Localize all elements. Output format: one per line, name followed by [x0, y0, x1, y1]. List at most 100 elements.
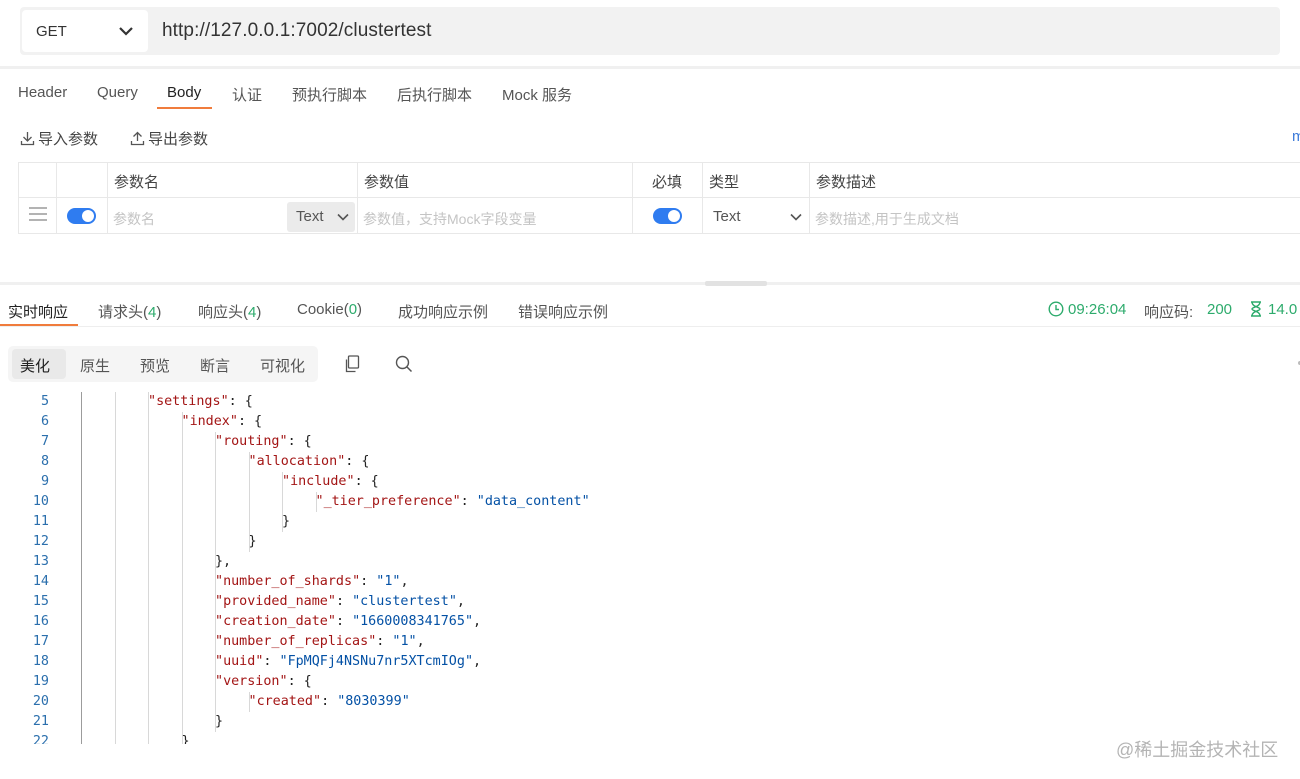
export-label: 导出参数 — [148, 131, 209, 148]
indent-guide — [81, 592, 82, 612]
description-input[interactable]: 参数描述,用于生成文档 — [815, 209, 959, 229]
tab-auth[interactable]: 认证 — [232, 84, 262, 105]
tab-mock-service[interactable]: Mock 服务 — [502, 84, 572, 105]
separator: : — [321, 694, 338, 709]
code-text: "uuid": "FpMQFj4NSNu7nr5XTcmIOg", — [215, 652, 481, 672]
indent-guide — [181, 552, 183, 572]
method-label: GET — [36, 23, 67, 40]
indent-guide — [148, 412, 149, 432]
indent-guide — [114, 432, 116, 452]
json-key: routing — [223, 434, 280, 449]
punctuation: : { — [228, 394, 253, 409]
view-tab-pretty[interactable]: 美化 — [20, 355, 50, 376]
json-key: creation_date — [223, 614, 328, 629]
code-line: 21} — [0, 712, 1300, 732]
view-tab-preview[interactable]: 预览 — [140, 355, 170, 376]
type-select[interactable]: Text — [713, 208, 741, 225]
url-bar: GET http://127.0.0.1:7002/clustertest — [20, 7, 1280, 55]
line-number: 18 — [32, 654, 49, 669]
code-line: 20 "created": "8030399" — [0, 692, 1300, 712]
tab-query[interactable]: Query — [97, 84, 138, 101]
tab-body[interactable]: Body — [167, 84, 201, 101]
json-key-quoted: "include" — [282, 474, 355, 489]
code-text: "creation_date": "1660008341765", — [215, 612, 481, 632]
indent-guide — [114, 472, 116, 492]
view-tab-visualize[interactable]: 可视化 — [260, 355, 305, 376]
indent-guide — [181, 652, 183, 672]
tab-live-response[interactable]: 实时响应 — [8, 301, 68, 322]
line-number: 7 — [40, 434, 49, 449]
panel-resize-handle[interactable] — [705, 281, 767, 286]
response-body-viewer[interactable]: 5 "settings": {6 "index": {7 "routing": {8 "… — [0, 392, 1300, 744]
search-icon[interactable] — [395, 355, 413, 373]
tab-response-headers[interactable]: 响应头(4) — [198, 301, 261, 322]
indent-guide — [81, 732, 82, 744]
indent-guide — [148, 492, 149, 512]
indent-guide — [148, 712, 149, 732]
divider — [632, 163, 633, 233]
status-code-label: 响应码: — [1144, 304, 1194, 321]
tab-cookie[interactable]: Cookie(0) — [297, 301, 362, 318]
json-value: 1 — [400, 634, 409, 649]
tab-error-example[interactable]: 错误响应示例 — [518, 301, 608, 322]
view-tab-assert[interactable]: 断言 — [200, 355, 230, 376]
indent-guide — [148, 532, 149, 552]
indent-guide — [181, 632, 183, 652]
indent-guide — [114, 452, 116, 472]
indent-guide — [81, 572, 82, 592]
enable-toggle[interactable] — [67, 208, 96, 224]
truncated-link[interactable]: m — [1292, 128, 1300, 145]
indent-guide — [148, 692, 149, 712]
punctuation: : { — [287, 434, 312, 449]
indent-guide — [215, 692, 216, 712]
url-input[interactable]: http://127.0.0.1:7002/clustertest — [162, 20, 431, 42]
code-text: "index": { — [182, 412, 263, 432]
divider — [809, 163, 810, 233]
chevron-down-icon — [790, 213, 802, 221]
method-select[interactable]: GET — [22, 10, 148, 52]
json-key: index — [189, 414, 230, 429]
indent-guide — [181, 612, 183, 632]
export-params-button[interactable]: 导出参数 — [130, 128, 208, 149]
count-badge: 0 — [348, 301, 358, 318]
param-value-input[interactable]: 参数值，支持Mock字段变量 — [363, 209, 536, 229]
params-table: 参数名 参数值 必填 类型 参数描述 参数名 Text 参数值，支持Mock字段… — [18, 162, 1300, 234]
separator: : — [335, 614, 353, 629]
required-toggle[interactable] — [653, 208, 682, 224]
tab-pre-script[interactable]: 预执行脚本 — [292, 84, 367, 105]
code-line: 8 "allocation": { — [0, 452, 1300, 472]
chevron-down-icon — [119, 27, 133, 36]
copy-icon[interactable] — [344, 355, 361, 373]
json-string-value: "data_content" — [476, 494, 590, 509]
header-required: 必填 — [652, 174, 683, 191]
json-key: number_of_shards — [223, 574, 353, 589]
tab-success-example[interactable]: 成功响应示例 — [398, 301, 488, 322]
tab-header[interactable]: Header — [18, 84, 67, 101]
import-params-button[interactable]: 导入参数 — [20, 128, 98, 149]
line-number: 10 — [32, 494, 49, 509]
code-text: "allocation": { — [249, 452, 370, 472]
content-type-select[interactable]: Text — [287, 202, 355, 232]
line-number: 19 — [32, 674, 49, 689]
drag-handle-icon[interactable] — [29, 207, 47, 221]
indent-guide — [81, 432, 82, 452]
json-value: 8030399 — [345, 694, 402, 709]
json-key: include — [290, 474, 347, 489]
line-number: 20 — [32, 694, 49, 709]
indent-guide — [81, 392, 82, 412]
indent-guide — [148, 572, 149, 592]
json-key-quoted: "number_of_shards" — [215, 574, 361, 589]
param-name-input[interactable]: 参数名 — [113, 209, 155, 229]
indent-guide — [181, 712, 183, 732]
time-value: 09:26:04 — [1068, 301, 1127, 318]
json-key-quoted: "allocation" — [248, 454, 346, 469]
indent-guide — [81, 652, 82, 672]
indent-guide — [114, 732, 116, 744]
line-number: 16 — [32, 614, 49, 629]
import-label: 导入参数 — [38, 131, 99, 148]
tab-post-script[interactable]: 后执行脚本 — [397, 84, 472, 105]
indent-guide — [181, 452, 183, 472]
view-tab-raw[interactable]: 原生 — [80, 355, 110, 376]
tab-request-headers[interactable]: 请求头(4) — [98, 301, 161, 322]
json-key: _tier_preference — [323, 494, 453, 509]
